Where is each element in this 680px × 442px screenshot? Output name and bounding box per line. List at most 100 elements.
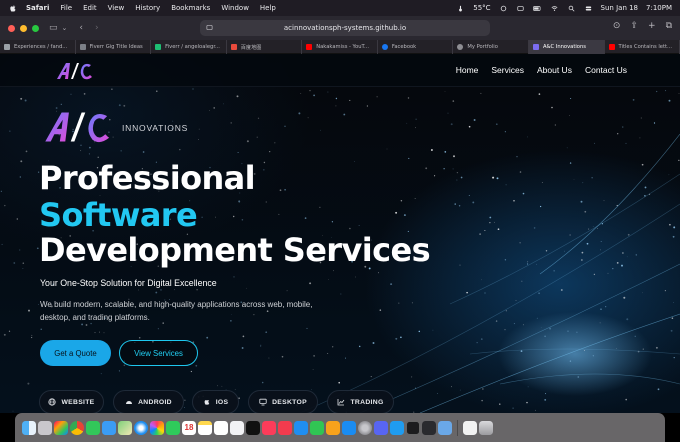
tab-favicon-icon — [4, 44, 10, 50]
tab-baidu-maps[interactable]: 百度地图 — [227, 40, 303, 54]
wifi-icon[interactable] — [550, 5, 559, 12]
apple-icon[interactable] — [8, 4, 18, 13]
menu-window[interactable]: Window — [221, 4, 249, 12]
tab-ac-innovations[interactable]: A&C Innovations — [528, 40, 605, 54]
close-window-button[interactable] — [8, 24, 15, 32]
tab-fiverr-profile[interactable]: Fiverr / angeloalegr... — [151, 40, 227, 54]
launchpad-icon[interactable] — [38, 420, 52, 435]
apps-icon[interactable] — [54, 420, 68, 435]
nav-contact[interactable]: Contact Us — [585, 65, 627, 75]
monitor-icon — [259, 398, 267, 406]
platform-android[interactable]: ANDROID — [113, 390, 184, 413]
hero-tagline: Your One-Stop Solution for Digital Excel… — [40, 278, 217, 288]
window-controls — [8, 24, 39, 32]
platform-desktop[interactable]: DESKTOP — [248, 390, 318, 413]
reminders-icon[interactable] — [214, 420, 228, 435]
headline-line-2: Software — [39, 196, 198, 234]
menu-help[interactable]: Help — [260, 4, 276, 12]
tab-youtube-1[interactable]: Nakakamiss - YouT... — [302, 40, 378, 54]
temperature-readout: 55°C — [473, 4, 491, 12]
keynote-icon[interactable] — [294, 420, 308, 435]
mail-icon[interactable] — [102, 420, 116, 435]
tab-favicon-icon — [155, 44, 162, 50]
tab-facebook[interactable]: Facebook — [378, 40, 454, 54]
tab-favicon-icon — [381, 44, 388, 50]
menu-safari[interactable]: Safari — [26, 4, 49, 12]
news-icon[interactable] — [278, 420, 292, 435]
forward-icon[interactable]: › — [95, 23, 99, 33]
pages-icon[interactable] — [326, 420, 340, 435]
ac-logo-large-icon — [45, 112, 109, 143]
music-icon[interactable] — [262, 420, 276, 435]
discord-icon[interactable] — [374, 420, 388, 435]
tab-favicon-icon — [306, 44, 313, 50]
stickies-icon[interactable] — [422, 420, 436, 435]
nav-about[interactable]: About Us — [537, 65, 572, 75]
media-icon[interactable] — [516, 5, 525, 12]
messages-icon[interactable] — [86, 420, 100, 435]
get-quote-button[interactable]: Get a Quote — [40, 340, 111, 366]
menu-edit[interactable]: Edit — [83, 4, 97, 12]
site-navbar: Home Services About Us Contact Us — [0, 54, 680, 87]
search-icon[interactable] — [567, 5, 576, 12]
menubar-date[interactable]: Sun Jan 18 — [601, 4, 638, 12]
share-icon[interactable]: ⇪ — [630, 21, 638, 31]
menu-file[interactable]: File — [60, 4, 72, 12]
vscode-icon[interactable] — [390, 420, 404, 435]
freeform-icon[interactable] — [230, 420, 244, 435]
platform-website[interactable]: WEBSITE — [39, 390, 104, 413]
sync-icon[interactable] — [499, 5, 508, 12]
calendar-icon[interactable]: 18 — [182, 420, 196, 435]
ac-logo-icon — [57, 63, 92, 80]
tab-fiverr-ideas[interactable]: Fiverr Gig Title Ideas — [76, 40, 152, 54]
preview-icon[interactable] — [438, 420, 452, 435]
menubar-time[interactable]: 7:10PM — [646, 4, 672, 12]
appstore-icon[interactable] — [342, 420, 356, 435]
document-icon[interactable] — [463, 420, 477, 435]
notes-icon[interactable] — [198, 420, 212, 435]
nav-logo[interactable] — [55, 60, 95, 86]
thermometer-icon[interactable] — [456, 5, 465, 12]
back-icon[interactable]: ‹ — [79, 23, 83, 33]
maps-icon[interactable] — [118, 420, 132, 435]
sidebar-icon[interactable]: ▭ — [49, 23, 58, 33]
finder-icon[interactable] — [22, 420, 36, 435]
minimize-window-button[interactable] — [20, 24, 27, 32]
menu-view[interactable]: View — [108, 4, 125, 12]
platform-trading[interactable]: TRADING — [327, 390, 394, 413]
tab-experiences[interactable]: Experiences / fand... — [0, 40, 76, 54]
settings-icon[interactable] — [358, 420, 372, 435]
tab-favicon-icon — [79, 44, 86, 50]
control-center-icon[interactable] — [584, 5, 593, 12]
address-bar[interactable]: acinnovationsph-systems.github.io — [200, 20, 490, 36]
headline-line-1: Professional — [39, 159, 256, 197]
numbers-icon[interactable] — [310, 420, 324, 435]
tv-icon[interactable] — [246, 420, 260, 435]
new-tab-icon[interactable]: + — [648, 21, 656, 31]
safari-icon[interactable] — [134, 420, 148, 435]
tab-youtube-2[interactable]: Titles Contains lett... — [605, 40, 680, 54]
hero-description: We build modern, scalable, and high-qual… — [40, 300, 313, 322]
apple-icon — [204, 400, 209, 405]
battery-icon[interactable] — [532, 5, 542, 12]
download-icon[interactable]: ⊙ — [613, 21, 621, 31]
view-services-button[interactable]: View Services — [119, 340, 198, 366]
macos-dock: 18 — [15, 413, 665, 442]
terminal-icon[interactable] — [406, 420, 420, 435]
facetime-icon[interactable] — [166, 420, 180, 435]
site-settings-icon[interactable] — [206, 24, 213, 31]
platform-ios[interactable]: IOS — [192, 390, 239, 413]
tab-overview-icon[interactable]: ⧉ — [666, 21, 672, 31]
chrome-icon[interactable] — [70, 420, 84, 435]
browser-toolbar: ▭ ⌄ ‹ › acinnovationsph-systems.github.i… — [0, 16, 680, 40]
trash-icon[interactable] — [479, 420, 493, 435]
nav-services[interactable]: Services — [491, 65, 524, 75]
tab-portfolio[interactable]: My Portfolio — [453, 40, 529, 54]
menu-history[interactable]: History — [135, 4, 160, 12]
zoom-window-button[interactable] — [32, 24, 39, 32]
photos-icon[interactable] — [150, 420, 164, 435]
nav-home[interactable]: Home — [456, 65, 479, 75]
web-page: Home Services About Us Contact Us INNOVA… — [0, 54, 680, 413]
chevron-down-icon[interactable]: ⌄ — [62, 24, 68, 32]
menu-bookmarks[interactable]: Bookmarks — [171, 4, 210, 12]
